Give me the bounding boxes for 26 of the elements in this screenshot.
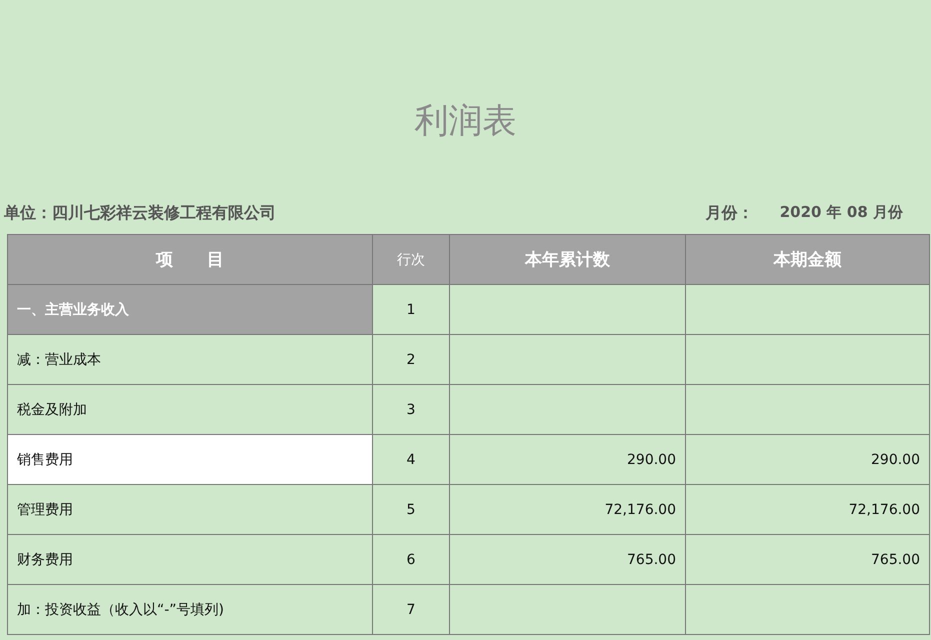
item-cell[interactable]: 管理费用 [8, 484, 372, 534]
line-number-cell: 4 [372, 434, 450, 484]
column-header: 项 目 [8, 234, 372, 284]
line-number-cell: 3 [372, 384, 450, 434]
period-value: 2020 年 08 月份 [780, 202, 903, 222]
item-cell[interactable]: 财务费用 [8, 534, 372, 584]
period-amount-cell: 765.00 [686, 534, 930, 584]
period-amount-cell: 290.00 [686, 434, 930, 484]
line-number-cell: 5 [372, 484, 450, 534]
item-cell[interactable]: 销售费用 [8, 434, 372, 484]
column-header: 行次 [372, 234, 450, 284]
line-number-cell: 1 [372, 284, 450, 334]
year-total-cell: 72,176.00 [450, 484, 686, 534]
period-amount-cell: 72,176.00 [686, 484, 930, 534]
item-cell[interactable]: 减：营业成本 [8, 334, 372, 384]
period-label: 月份： [706, 202, 754, 224]
line-number-cell: 6 [372, 534, 450, 584]
item-cell[interactable]: 加：投资收益（收入以“-”号填列) [8, 584, 372, 634]
line-number-cell: 2 [372, 334, 450, 384]
year-total-cell: 290.00 [450, 434, 686, 484]
column-header: 本年累计数 [450, 234, 686, 284]
line-number-cell: 7 [372, 584, 450, 634]
year-total-cell: 765.00 [450, 534, 686, 584]
report-title: 利润表 [414, 100, 518, 143]
column-header: 本期金额 [686, 234, 930, 284]
unit-label: 单位：四川七彩祥云装修工程有限公司 [4, 202, 276, 224]
